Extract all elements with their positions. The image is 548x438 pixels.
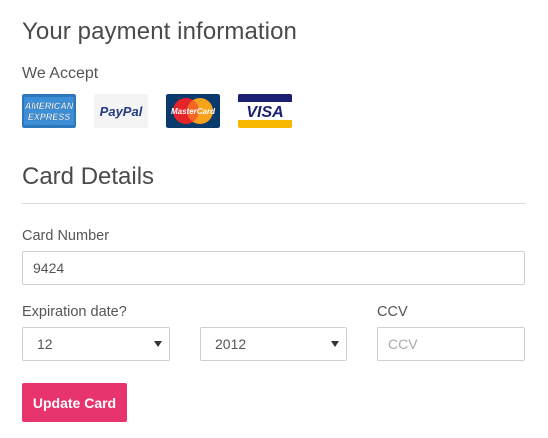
page-title: Your payment information: [22, 18, 298, 45]
ccv-label: CCV: [377, 304, 408, 320]
expiration-month-value: 12: [37, 336, 53, 352]
card-number-label: Card Number: [22, 228, 110, 244]
mastercard-logo-text: MasterCard: [171, 107, 216, 116]
visa-logo-text: VISA: [246, 104, 283, 121]
visa-logo: VISA: [238, 94, 292, 128]
section-divider: [22, 203, 526, 204]
expiration-date-label: Expiration date?: [22, 304, 127, 320]
ccv-input[interactable]: [377, 327, 525, 361]
mastercard-logo: MasterCard: [166, 94, 220, 128]
amex-logo: AMERICAN EXPRESS: [22, 94, 76, 128]
chevron-down-icon: [154, 341, 162, 347]
expiration-year-select[interactable]: 2012: [200, 327, 347, 361]
card-number-input[interactable]: [22, 251, 525, 285]
chevron-down-icon: [331, 341, 339, 347]
we-accept-label: We Accept: [22, 65, 99, 82]
card-details-title: Card Details: [22, 163, 155, 190]
amex-logo-text-2: EXPRESS: [28, 112, 71, 122]
amex-logo-text-1: AMERICAN: [24, 101, 74, 111]
expiration-year-value: 2012: [215, 336, 247, 352]
paypal-logo: PayPal: [94, 94, 148, 128]
expiration-month-select[interactable]: 12: [22, 327, 170, 361]
paypal-logo-text: PayPal: [100, 104, 143, 119]
update-card-button[interactable]: Update Card: [22, 383, 127, 422]
